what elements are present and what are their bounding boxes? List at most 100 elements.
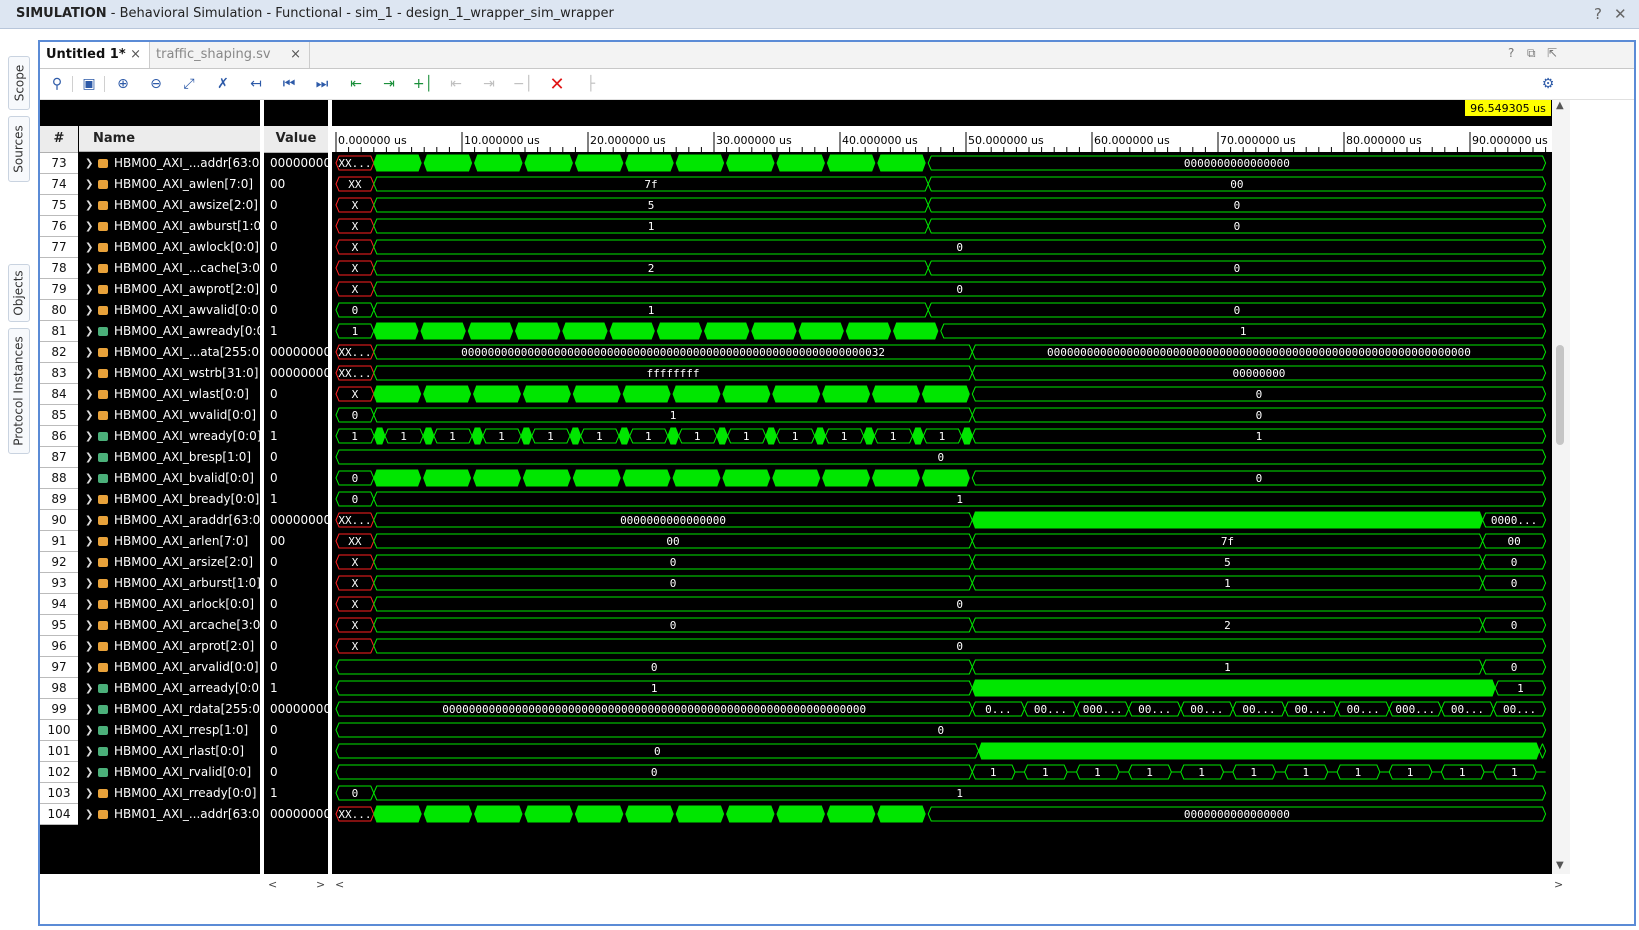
expand-arrow-icon[interactable]: ❯: [85, 531, 93, 552]
next-transition-icon[interactable]: ⇥: [378, 73, 400, 95]
expand-arrow-icon[interactable]: ❯: [85, 426, 93, 447]
expand-arrow-icon[interactable]: ❯: [85, 741, 93, 762]
signal-row[interactable]: 86 ❯ HBM00_AXI_wready[0:0]: [40, 426, 260, 447]
zoom-out-icon[interactable]: ⊖: [145, 73, 167, 95]
signal-row[interactable]: 80 ❯ HBM00_AXI_awvalid[0:0]: [40, 300, 260, 321]
signal-row[interactable]: 75 ❯ HBM00_AXI_awsize[2:0]: [40, 195, 260, 216]
expand-arrow-icon[interactable]: ❯: [85, 573, 93, 594]
expand-arrow-icon[interactable]: ❯: [85, 363, 93, 384]
column-value-header[interactable]: Value: [264, 126, 328, 153]
scroll-right-icon[interactable]: >: [316, 878, 325, 891]
expand-arrow-icon[interactable]: ❯: [85, 384, 93, 405]
signal-row[interactable]: 84 ❯ HBM00_AXI_wlast[0:0]: [40, 384, 260, 405]
expand-arrow-icon[interactable]: ❯: [85, 342, 93, 363]
waveform-svg[interactable]: 96.549305 us 0.000000 us 10.000000 us 20.00…: [332, 100, 1554, 874]
go-to-start-icon[interactable]: ⏮: [278, 73, 300, 95]
scroll-left-icon[interactable]: <: [335, 878, 344, 891]
expand-arrow-icon[interactable]: ❯: [85, 636, 93, 657]
expand-arrow-icon[interactable]: ❯: [85, 174, 93, 195]
signal-row[interactable]: 79 ❯ HBM00_AXI_awprot[2:0]: [40, 279, 260, 300]
side-tab-sources[interactable]: Sources: [8, 116, 30, 182]
side-tab-scope[interactable]: Scope: [8, 56, 30, 110]
column-name-header[interactable]: Name: [79, 126, 260, 152]
signal-row[interactable]: 103 ❯ HBM00_AXI_rready[0:0]: [40, 783, 260, 804]
scroll-down-icon[interactable]: ▼: [1556, 860, 1564, 871]
signal-row[interactable]: 102 ❯ HBM00_AXI_rvalid[0:0]: [40, 762, 260, 783]
signal-row[interactable]: 76 ❯ HBM00_AXI_awburst[1:0]: [40, 216, 260, 237]
add-marker-icon[interactable]: +│: [412, 73, 434, 95]
expand-arrow-icon[interactable]: ❯: [85, 216, 93, 237]
signal-row[interactable]: 74 ❯ HBM00_AXI_awlen[7:0]: [40, 174, 260, 195]
scroll-left-icon[interactable]: <: [268, 878, 277, 891]
signal-row[interactable]: 83 ❯ HBM00_AXI_wstrb[31:0]: [40, 363, 260, 384]
expand-arrow-icon[interactable]: ❯: [85, 153, 93, 174]
expand-arrow-icon[interactable]: ❯: [85, 321, 93, 342]
expand-arrow-icon[interactable]: ❯: [85, 783, 93, 804]
side-tab-protocol-instances[interactable]: Protocol Instances: [8, 328, 30, 454]
expand-arrow-icon[interactable]: ❯: [85, 489, 93, 510]
tab-untitled-1[interactable]: Untitled 1* ×: [40, 42, 150, 68]
expand-arrow-icon[interactable]: ❯: [85, 615, 93, 636]
help-icon[interactable]: ?: [1508, 46, 1514, 60]
expand-arrow-icon[interactable]: ❯: [85, 447, 93, 468]
signal-row[interactable]: 92 ❯ HBM00_AXI_arsize[2:0]: [40, 552, 260, 573]
close-tab-icon[interactable]: ×: [130, 42, 141, 68]
vertical-scrollbar[interactable]: ▲ ▼: [1552, 100, 1570, 880]
expand-arrow-icon[interactable]: ❯: [85, 405, 93, 426]
go-to-end-icon[interactable]: ⏭: [311, 73, 333, 95]
signal-row[interactable]: 82 ❯ HBM00_AXI_...ata[255:0]: [40, 342, 260, 363]
expand-arrow-icon[interactable]: ❯: [85, 720, 93, 741]
signal-row[interactable]: 101 ❯ HBM00_AXI_rlast[0:0]: [40, 741, 260, 762]
close-tab-icon[interactable]: ×: [290, 42, 301, 68]
help-icon[interactable]: ?: [1594, 5, 1602, 23]
signal-row[interactable]: 100 ❯ HBM00_AXI_rresp[1:0]: [40, 720, 260, 741]
next-marker-icon[interactable]: ⇥: [478, 73, 500, 95]
restore-icon[interactable]: ⧉: [1527, 46, 1536, 61]
signal-row[interactable]: 93 ❯ HBM00_AXI_arburst[1:0]: [40, 573, 260, 594]
expand-arrow-icon[interactable]: ❯: [85, 279, 93, 300]
signal-row[interactable]: 99 ❯ HBM00_AXI_rdata[255:0]: [40, 699, 260, 720]
expand-arrow-icon[interactable]: ❯: [85, 258, 93, 279]
signal-row[interactable]: 104 ❯ HBM01_AXI_...addr[63:0]: [40, 804, 260, 825]
snap-icon[interactable]: ├: [580, 73, 602, 95]
save-icon[interactable]: ▣: [78, 73, 100, 95]
go-to-cursor-icon[interactable]: ↤: [245, 73, 267, 95]
swap-markers-icon[interactable]: −│: [512, 73, 534, 95]
settings-icon[interactable]: ⚙: [1537, 73, 1559, 95]
signal-row[interactable]: 90 ❯ HBM00_AXI_araddr[63:0]: [40, 510, 260, 531]
expand-arrow-icon[interactable]: ❯: [85, 762, 93, 783]
signal-row[interactable]: 91 ❯ HBM00_AXI_arlen[7:0]: [40, 531, 260, 552]
side-tab-objects[interactable]: Objects: [8, 264, 30, 322]
swap-cursor-icon[interactable]: ✗: [212, 73, 234, 95]
previous-marker-icon[interactable]: ⇤: [445, 73, 467, 95]
expand-arrow-icon[interactable]: ❯: [85, 195, 93, 216]
scroll-right-icon[interactable]: >: [1554, 878, 1563, 891]
expand-arrow-icon[interactable]: ❯: [85, 657, 93, 678]
signal-row[interactable]: 85 ❯ HBM00_AXI_wvalid[0:0]: [40, 405, 260, 426]
signal-row[interactable]: 78 ❯ HBM00_AXI_...cache[3:0]: [40, 258, 260, 279]
scroll-up-icon[interactable]: ▲: [1556, 100, 1564, 111]
signal-row[interactable]: 88 ❯ HBM00_AXI_bvalid[0:0]: [40, 468, 260, 489]
scroll-thumb[interactable]: [1556, 345, 1564, 445]
expand-arrow-icon[interactable]: ❯: [85, 300, 93, 321]
previous-transition-icon[interactable]: ⇤: [345, 73, 367, 95]
expand-arrow-icon[interactable]: ❯: [85, 699, 93, 720]
signal-row[interactable]: 73 ❯ HBM00_AXI_...addr[63:0]: [40, 153, 260, 174]
signal-row[interactable]: 77 ❯ HBM00_AXI_awlock[0:0]: [40, 237, 260, 258]
expand-arrow-icon[interactable]: ❯: [85, 552, 93, 573]
zoom-in-icon[interactable]: ⊕: [112, 73, 134, 95]
zoom-fit-icon[interactable]: ⤢: [178, 73, 200, 95]
popout-icon[interactable]: ⇱: [1547, 46, 1557, 60]
signal-row[interactable]: 87 ❯ HBM00_AXI_bresp[1:0]: [40, 447, 260, 468]
signal-row[interactable]: 89 ❯ HBM00_AXI_bready[0:0]: [40, 489, 260, 510]
expand-arrow-icon[interactable]: ❯: [85, 468, 93, 489]
waveform-canvas[interactable]: 96.549305 us 0.000000 us 10.000000 us 20.00…: [332, 100, 1554, 874]
close-icon[interactable]: ✕: [1614, 5, 1627, 23]
signal-row[interactable]: 81 ❯ HBM00_AXI_awready[0:0]: [40, 321, 260, 342]
search-icon[interactable]: ⚲: [46, 73, 68, 95]
signal-row[interactable]: 94 ❯ HBM00_AXI_arlock[0:0]: [40, 594, 260, 615]
tab-traffic-shaping[interactable]: traffic_shaping.sv ×: [150, 42, 310, 68]
signal-row[interactable]: 96 ❯ HBM00_AXI_arprot[2:0]: [40, 636, 260, 657]
expand-arrow-icon[interactable]: ❯: [85, 237, 93, 258]
expand-arrow-icon[interactable]: ❯: [85, 678, 93, 699]
